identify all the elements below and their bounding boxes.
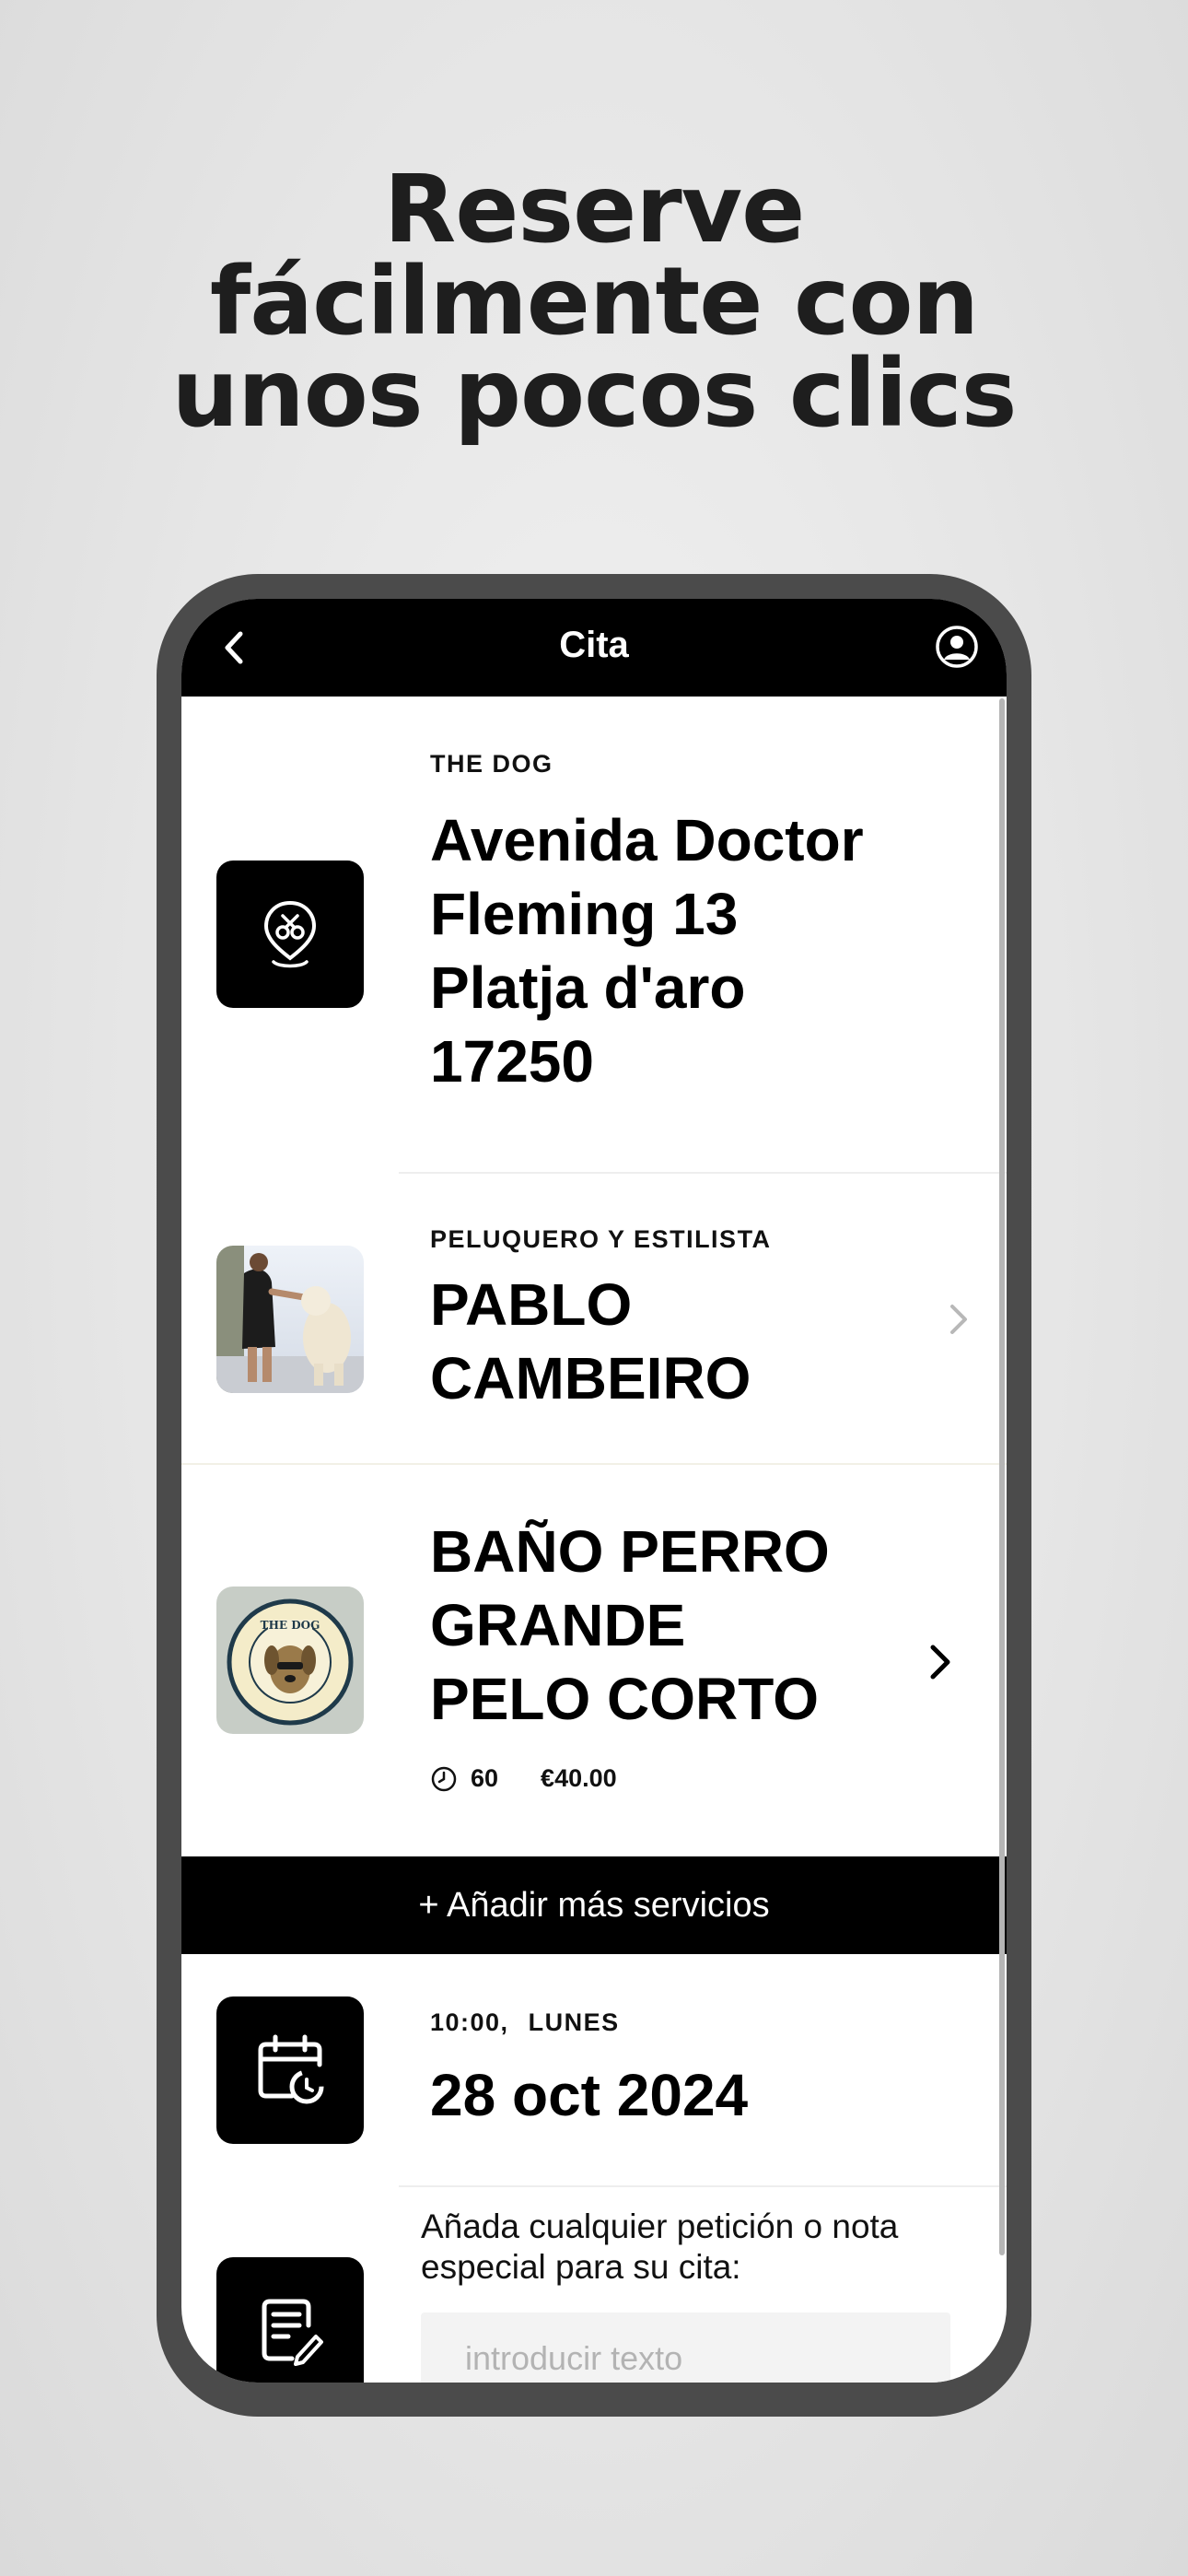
clock-icon <box>431 1766 457 1791</box>
the-dog-logo: THE DOG <box>227 1598 354 1726</box>
service-name-line-3: PELO CORTO <box>430 1666 819 1732</box>
stylist-name-line-2: CAMBEIRO <box>430 1345 751 1411</box>
headline-line-1: Reserve <box>383 155 806 264</box>
appointment-date: 28 oct 2024 <box>430 2062 749 2128</box>
add-services-button[interactable]: + Añadir más servicios <box>181 1856 1007 1954</box>
stylist-photo-image <box>216 1246 364 1393</box>
chevron-right-icon <box>950 1305 967 1334</box>
calendar-clock-icon <box>258 2034 324 2104</box>
address-line-3: Platja d'aro <box>430 954 746 1021</box>
service-name-line-1: BAÑO PERRO <box>430 1518 830 1585</box>
service-name: BAÑO PERRO GRANDE PELO CORTO <box>430 1515 830 1736</box>
date-icon-tile <box>216 1996 364 2144</box>
stylist-photo <box>216 1246 364 1393</box>
headline: Reserve fácilmente con unos pocos clics <box>0 155 1188 449</box>
address-line-1: Avenida Doctor <box>430 807 864 873</box>
service-logo: THE DOG <box>216 1587 364 1734</box>
page-title: Cita <box>559 625 629 665</box>
scrollbar[interactable] <box>999 698 1005 2255</box>
service-name-line-2: GRANDE <box>430 1592 686 1658</box>
user-circle-icon <box>936 626 978 668</box>
chevron-right-icon <box>930 1645 950 1680</box>
service-price: €40.00 <box>541 1764 617 1792</box>
salon-name: THE DOG <box>430 750 553 778</box>
notes-icon-tile <box>216 2257 364 2383</box>
address-line-4: 17250 <box>430 1028 594 1095</box>
service-meta: 60 €40.00 <box>430 1764 617 1793</box>
notes-label: Añada cualquier petición o nota especial… <box>421 2207 899 2286</box>
divider <box>399 2185 1007 2187</box>
logo-title: THE DOG <box>261 1619 320 1632</box>
stylist-name-line-1: PABLO <box>430 1271 633 1338</box>
headline-line-3: unos pocos clics <box>171 339 1018 449</box>
address-line-2: Fleming 13 <box>430 881 739 947</box>
navbar: Cita <box>181 599 1007 697</box>
divider <box>181 1463 1007 1465</box>
time-value: 10:00, <box>430 2008 509 2036</box>
profile-button[interactable] <box>935 625 979 669</box>
notes-input[interactable] <box>421 2313 950 2383</box>
service-duration: 60 <box>471 1764 499 1792</box>
phone-screen: Cita THE DOG Avenida Doctor Fleming 13 P… <box>181 599 1007 2383</box>
stylist-name: PABLO CAMBEIRO <box>430 1268 751 1415</box>
salon-address: Avenida Doctor Fleming 13 Platja d'aro 1… <box>430 803 864 1098</box>
day-value: LUNES <box>528 2008 620 2036</box>
note-edit-icon <box>262 2299 323 2366</box>
divider <box>399 1172 1007 1174</box>
headline-line-2: fácilmente con <box>209 247 979 357</box>
location-icon-tile <box>216 861 364 1008</box>
map-pin-scissors-icon <box>263 900 317 968</box>
stylist-role: PELUQUERO Y ESTILISTA <box>430 1225 772 1253</box>
appointment-time: 10:00, LUNES <box>430 2008 620 2037</box>
